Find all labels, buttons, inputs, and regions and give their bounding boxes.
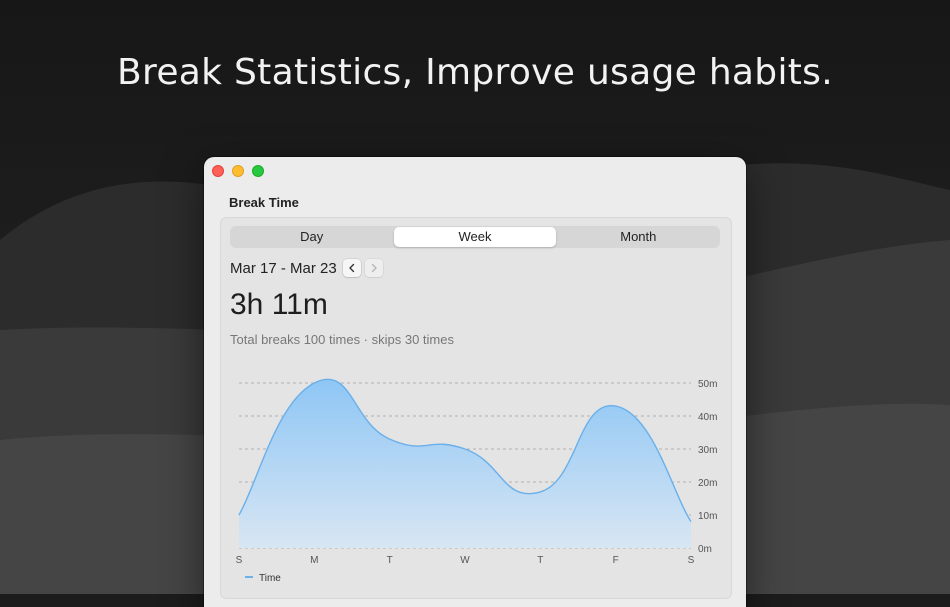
break-summary: Total breaks 100 times · skips 30 times [230,332,454,347]
tab-month[interactable]: Month [558,227,719,247]
minimize-window-button[interactable] [232,165,244,177]
next-week-button[interactable] [365,259,383,277]
tab-week[interactable]: Week [394,227,555,247]
traffic-lights [212,165,264,177]
x-tick-label: T [537,555,543,566]
chevron-right-icon [369,263,379,273]
zoom-window-button[interactable] [252,165,264,177]
previous-week-button[interactable] [343,259,361,277]
close-window-button[interactable] [212,165,224,177]
statistics-panel: Day Week Month Mar 17 - Mar 23 3h 11m To… [220,217,732,599]
x-tick-label: F [613,555,619,566]
y-tick-label: 40m [698,412,717,423]
app-window: Break Time Day Week Month Mar 17 - Mar 2… [204,157,746,607]
x-tick-label: M [310,555,318,566]
chevron-left-icon [347,263,357,273]
weekly-break-chart: 0m 10m 20m 30m 40m 50m S M T W T F S Time [221,368,731,588]
date-range-label: Mar 17 - Mar 23 [230,260,337,277]
legend-time-label: Time [259,573,281,584]
date-navigation: Mar 17 - Mar 23 [230,259,387,277]
y-tick-label: 50m [698,379,717,390]
x-tick-label: S [688,555,695,566]
x-tick-label: S [236,555,243,566]
period-segmented-control: Day Week Month [230,226,720,248]
y-tick-label: 20m [698,478,717,489]
y-tick-label: 30m [698,445,717,456]
window-title: Break Time [229,195,299,210]
tab-day[interactable]: Day [231,227,392,247]
series-time-area [239,379,691,548]
total-break-time: 3h 11m [230,288,328,322]
y-tick-label: 10m [698,511,717,522]
headline: Break Statistics, Improve usage habits. [0,52,950,93]
x-tick-label: T [387,555,393,566]
x-tick-label: W [460,555,470,566]
y-tick-label: 0m [698,544,712,555]
